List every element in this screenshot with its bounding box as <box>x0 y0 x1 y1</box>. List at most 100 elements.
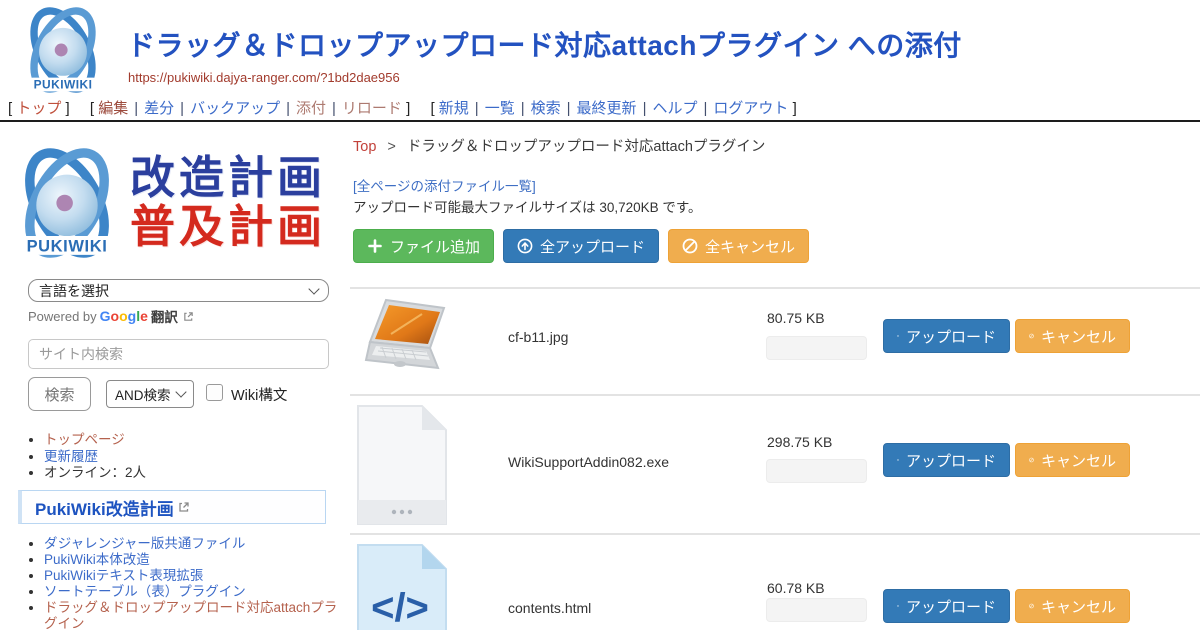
svg-text:PUKIWIKI: PUKIWIKI <box>27 237 108 255</box>
row-divider <box>350 287 1200 289</box>
nav-item-backup[interactable]: バックアップ <box>190 100 280 117</box>
separator: | <box>703 100 707 117</box>
sidebar-item-sort-table[interactable]: ソートテーブル（表）プラグイン <box>44 584 246 599</box>
sidebar-item-common-files[interactable]: ダジャレンジャー版共通ファイル <box>44 536 245 551</box>
separator: | <box>643 100 647 117</box>
bracket: ] <box>66 100 70 117</box>
list-item: ソートテーブル（表）プラグイン <box>44 584 339 600</box>
top-navigation: [ トップ ] [ 編集|差分|バックアップ|添付|リロード ] [ 新規|一覧… <box>8 97 813 118</box>
svg-text:</>: </> <box>371 586 429 630</box>
upload-all-button[interactable]: 全アップロード <box>503 229 659 263</box>
nav-item-reload[interactable]: リロード <box>342 100 402 117</box>
banner-text: 改造計画 普及計画 <box>126 154 326 251</box>
ban-icon <box>1029 328 1034 344</box>
upload-progress-bar <box>766 336 867 360</box>
bracket: ] <box>793 100 797 117</box>
cancel-button[interactable]: キャンセル <box>1015 319 1130 353</box>
file-size: 80.75 KB <box>767 310 825 326</box>
banner-line-kaizou: 改造計画 <box>130 154 326 203</box>
nav-item-list[interactable]: 一覧 <box>485 100 515 117</box>
sidebar-item-core-mod[interactable]: PukiWiki本体改造 <box>44 552 150 567</box>
wiki-syntax-label: Wiki構文 <box>231 384 287 405</box>
translate-link[interactable]: 翻訳 <box>151 306 178 326</box>
chevron-down-icon <box>175 386 186 397</box>
cancel-button[interactable]: キャンセル <box>1015 443 1130 477</box>
site-search-input[interactable] <box>28 339 329 369</box>
list-item: PukiWiki本体改造 <box>44 552 339 568</box>
list-item: PukiWikiテキスト表現拡張 <box>44 568 339 584</box>
upload-button[interactable]: アップロード <box>883 589 1010 623</box>
pukiwiki-kaizou-banner[interactable]: PUKIWIKI 改造計画 普及計画 <box>8 138 334 268</box>
pukiwiki-attach-page: PUKIWIKI ドラッグ＆ドロップアップロード対応attachプラグイン への… <box>0 0 1200 630</box>
language-select[interactable]: 言語を選択 <box>28 279 329 302</box>
nav-item-top[interactable]: トップ <box>16 100 61 117</box>
row-divider <box>350 394 1200 396</box>
sidebar: PUKIWIKI 改造計画 普及計画 言語を選択 Powered by Goog… <box>0 122 346 630</box>
nav-item-help[interactable]: ヘルプ <box>652 100 697 117</box>
page-url-link[interactable]: https://pukiwiki.dajya-ranger.com/?1bd2d… <box>128 70 400 85</box>
all-pages-attach-list-link[interactable]: [全ページの添付ファイル一覧] <box>353 175 536 195</box>
nav-item-diff[interactable]: 差分 <box>144 100 174 117</box>
breadcrumb-top-link[interactable]: Top <box>353 139 376 155</box>
breadcrumb-current: ドラッグ＆ドロップアップロード対応attachプラグイン <box>407 139 766 155</box>
pukiwiki-atom-logo-icon[interactable]: PUKIWIKI <box>10 4 116 96</box>
laptop-photo-thumbnail <box>356 296 458 380</box>
upload-progress-bar <box>766 459 867 483</box>
separator: | <box>567 100 571 117</box>
nav-item-attach[interactable]: 添付 <box>296 100 326 117</box>
cancel-button[interactable]: キャンセル <box>1015 589 1130 623</box>
pukiwiki-kaizou-heading-box: PukiWiki改造計画 <box>18 490 326 524</box>
search-button[interactable]: 検索 <box>28 377 91 411</box>
sidebar-item-dnd-attach[interactable]: ドラッグ＆ドロップアップロード対応attachプラグイン <box>44 600 337 630</box>
ban-icon <box>1029 598 1034 614</box>
bracket: ] <box>406 100 410 117</box>
upload-toolbar: ファイル追加 全アップロード 全キャンセル <box>353 229 809 263</box>
add-file-button[interactable]: ファイル追加 <box>353 229 494 263</box>
breadcrumb-separator: > <box>387 139 395 155</box>
separator: | <box>521 100 525 117</box>
external-link-icon <box>183 311 194 322</box>
list-item: 更新履歴 <box>44 449 339 465</box>
separator: | <box>134 100 138 117</box>
upload-button[interactable]: アップロード <box>883 319 1010 353</box>
sidebar-item-top-page[interactable]: トップページ <box>44 432 125 447</box>
sidebar-quick-links: トップページ 更新履歴 オンライン：2人 <box>44 432 339 482</box>
sidebar-item-text-ext[interactable]: PukiWikiテキスト表現拡張 <box>44 568 203 583</box>
nav-item-new[interactable]: 新規 <box>439 100 469 117</box>
external-link-icon <box>178 501 190 513</box>
google-logo: Google <box>100 308 148 324</box>
search-mode-select[interactable]: AND検索 <box>106 380 194 408</box>
separator: | <box>180 100 184 117</box>
upload-circle-icon <box>517 238 533 254</box>
chevron-down-icon <box>308 283 319 294</box>
ban-icon <box>1029 452 1034 468</box>
bracket: [ <box>90 100 94 117</box>
separator: | <box>475 100 479 117</box>
language-select-value: 言語を選択 <box>39 281 109 301</box>
cancel-all-button[interactable]: 全キャンセル <box>668 229 809 263</box>
page-title: ドラッグ＆ドロップアップロード対応attachプラグイン への添付 <box>127 24 962 64</box>
file-name: contents.html <box>508 600 591 616</box>
row-divider <box>350 533 1200 535</box>
generic-file-icon <box>356 404 448 526</box>
nav-item-logout[interactable]: ログアウト <box>713 100 788 117</box>
upload-progress-bar <box>766 598 867 622</box>
list-item: トップページ <box>44 432 339 448</box>
ban-icon <box>682 238 698 254</box>
upload-button[interactable]: アップロード <box>883 443 1010 477</box>
upload-circle-icon <box>897 328 899 344</box>
upload-circle-icon <box>897 452 899 468</box>
nav-item-recent[interactable]: 最終更新 <box>577 100 637 117</box>
wiki-syntax-checkbox[interactable] <box>206 384 223 401</box>
plus-icon <box>367 238 383 254</box>
bracket: [ <box>8 100 12 117</box>
nav-item-edit[interactable]: 編集 <box>98 100 128 117</box>
online-count: オンライン：2人 <box>44 465 146 480</box>
main-content: Top > ドラッグ＆ドロップアップロード対応attachプラグイン [全ページ… <box>350 122 1200 630</box>
list-item: オンライン：2人 <box>44 465 339 481</box>
file-size: 60.78 KB <box>767 580 825 596</box>
powered-by-label: Powered by <box>28 309 97 324</box>
sidebar-site-link[interactable]: PukiWiki改造計画 <box>35 495 174 520</box>
sidebar-item-update-history[interactable]: 更新履歴 <box>44 449 98 464</box>
nav-item-search[interactable]: 検索 <box>531 100 561 117</box>
